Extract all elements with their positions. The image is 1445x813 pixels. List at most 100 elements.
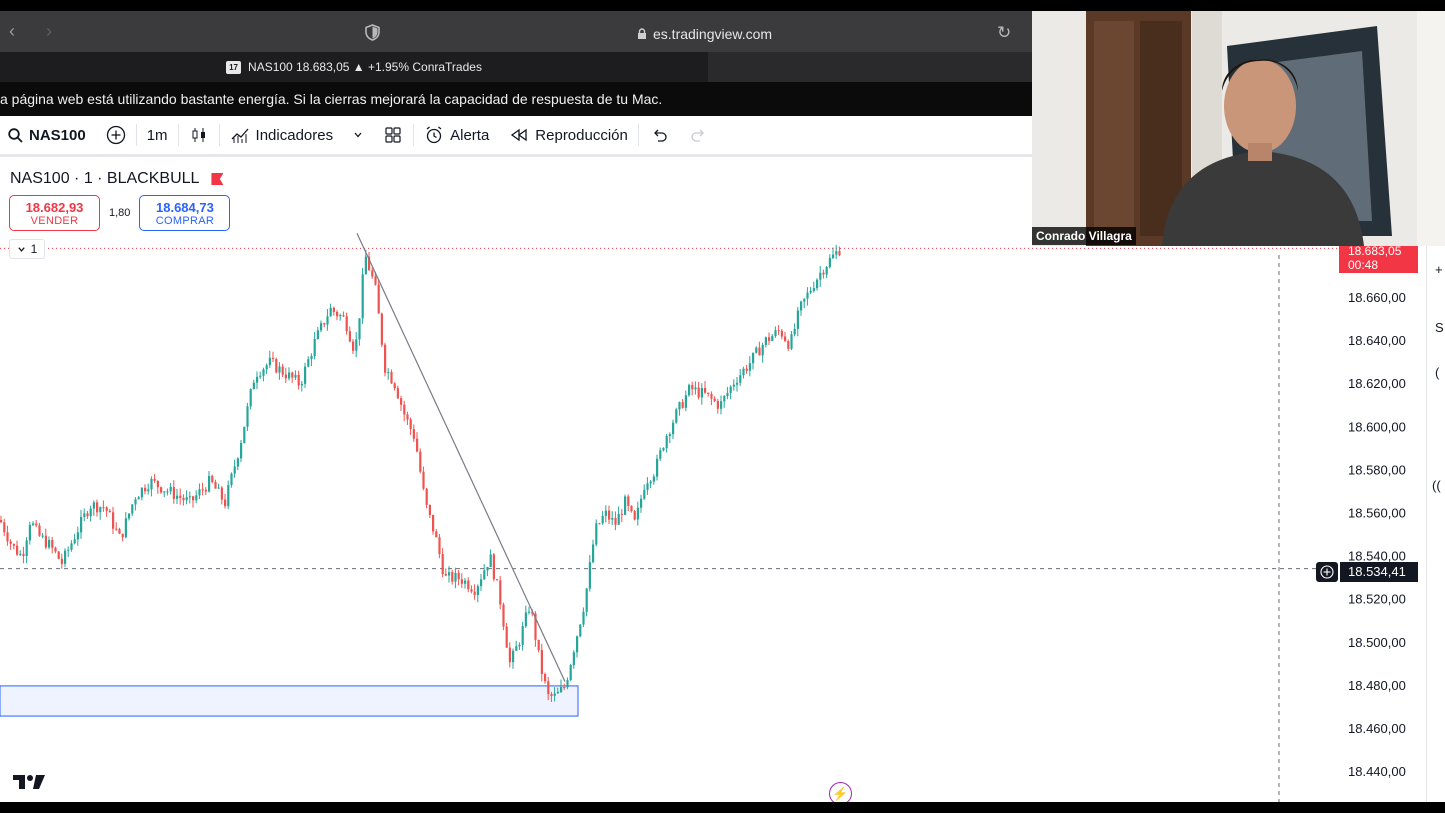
- candle-body: [611, 518, 614, 520]
- candle-body: [371, 270, 374, 277]
- forward-icon[interactable]: ›: [46, 22, 52, 40]
- candle-body: [6, 532, 9, 542]
- demand-zone: [0, 685, 579, 717]
- indicators-button[interactable]: Indicadores: [220, 116, 344, 154]
- candle-body: [643, 489, 646, 499]
- price-axis-label: 18.460,00: [1348, 721, 1406, 736]
- candle-body: [32, 523, 35, 525]
- right-tool-plus-icon[interactable]: +: [1435, 262, 1443, 277]
- candle-body: [377, 284, 380, 314]
- candle-body: [608, 510, 611, 520]
- candle-body: [86, 513, 89, 517]
- candle-body: [336, 311, 339, 317]
- templates-dropdown[interactable]: [343, 116, 373, 154]
- redo-icon: [691, 129, 704, 142]
- indicators-label: Indicadores: [255, 126, 334, 144]
- spread-value: 1,80: [109, 207, 131, 219]
- candle-body: [51, 539, 54, 548]
- right-tool-s-icon[interactable]: S: [1435, 320, 1444, 335]
- browser-toolbar: ‹ › es.tradingview.com ↻: [0, 11, 1032, 52]
- right-tool-circle-icon[interactable]: (: [1435, 365, 1439, 380]
- candle-body: [419, 451, 422, 472]
- candle-body: [307, 359, 310, 367]
- candle-body: [355, 339, 358, 351]
- flag-icon[interactable]: [211, 173, 224, 185]
- back-icon[interactable]: ‹: [9, 22, 15, 40]
- layout-button[interactable]: [373, 116, 413, 154]
- candle-body: [694, 387, 697, 390]
- candle-body: [425, 488, 428, 505]
- replay-button[interactable]: Reproducción: [499, 116, 638, 154]
- presenter-video: [1032, 11, 1445, 246]
- right-tool-broadcast-icon[interactable]: ((: [1432, 478, 1441, 493]
- candle-body: [438, 537, 441, 555]
- buy-button[interactable]: 18.684,73 COMPRAR: [139, 195, 231, 231]
- candle-body: [41, 535, 44, 537]
- candle-body: [118, 529, 121, 534]
- chart-pane[interactable]: 18.660,00 18.640,00 18.620,00 18.600,00 18.5…: [0, 160, 1426, 802]
- candle-body: [316, 330, 319, 339]
- candle-body: [713, 398, 716, 401]
- reload-icon[interactable]: ↻: [997, 23, 1011, 43]
- candle-body: [243, 426, 246, 444]
- candle-body: [28, 524, 31, 541]
- candle-body: [160, 487, 163, 493]
- chart-type-button[interactable]: [179, 116, 219, 154]
- chevron-down-icon: [17, 246, 25, 252]
- price-axis-label: 18.440,00: [1348, 764, 1406, 779]
- sell-price: 18.682,93: [25, 200, 84, 215]
- candle-body: [662, 448, 665, 451]
- redo-button[interactable]: [679, 116, 719, 154]
- sell-button[interactable]: 18.682,93 VENDER: [9, 195, 100, 231]
- candle-body: [777, 330, 780, 332]
- candle-body: [428, 504, 431, 515]
- candle-body: [25, 540, 28, 557]
- add-alert-crosshair-button[interactable]: [1316, 562, 1338, 582]
- candle-body: [470, 589, 473, 592]
- candle-body: [435, 531, 438, 538]
- price-axis-label: 18.660,00: [1348, 290, 1406, 305]
- candle-body: [745, 368, 748, 371]
- candle-body: [592, 544, 595, 563]
- candle-body: [16, 545, 19, 555]
- candle-body: [240, 443, 243, 459]
- candle-body: [252, 382, 255, 390]
- candle-body: [460, 579, 463, 584]
- symbol-search-button[interactable]: NAS100: [0, 116, 96, 154]
- candle-body: [166, 491, 169, 493]
- tab-strip: 17 NAS100 18.683,05 ▲ +1.95% ConraTrades: [0, 52, 1032, 82]
- candle-body: [422, 471, 425, 489]
- undo-button[interactable]: [639, 116, 679, 154]
- candle-body: [137, 497, 140, 500]
- candle-body: [528, 611, 531, 613]
- candle-body: [3, 522, 6, 533]
- candle-body: [195, 495, 198, 501]
- candle-body: [518, 644, 521, 647]
- tradingview-logo-icon[interactable]: [12, 774, 46, 790]
- candle-body: [572, 652, 575, 666]
- candle-body: [201, 489, 204, 491]
- grid-layout-icon: [385, 127, 401, 143]
- price-chart[interactable]: 18.660,00 18.640,00 18.620,00 18.600,00 18.5…: [0, 160, 1426, 802]
- address-bar[interactable]: es.tradingview.com: [637, 26, 772, 42]
- candle-body: [569, 665, 572, 681]
- price-axis-label: 18.500,00: [1348, 635, 1406, 650]
- candle-body: [550, 694, 553, 696]
- tab-active[interactable]: 17 NAS100 18.683,05 ▲ +1.95% ConraTrades: [0, 52, 708, 82]
- alert-button[interactable]: Alerta: [414, 116, 499, 154]
- compare-button[interactable]: [96, 116, 136, 154]
- alarm-clock-icon: [426, 126, 442, 144]
- candle-body: [262, 369, 265, 376]
- candle-body: [800, 301, 803, 311]
- privacy-shield-icon[interactable]: [365, 24, 380, 41]
- indicator-collapse-button[interactable]: 1: [9, 239, 45, 259]
- candle-body: [822, 272, 825, 275]
- candle-body: [489, 554, 492, 567]
- candle-body: [707, 392, 710, 394]
- candle-body: [227, 485, 230, 507]
- candle-body: [249, 389, 252, 407]
- interval-button[interactable]: 1m: [137, 116, 178, 154]
- candle-body: [697, 387, 700, 398]
- candlestick-icon: [192, 128, 205, 142]
- candle-body: [9, 541, 12, 544]
